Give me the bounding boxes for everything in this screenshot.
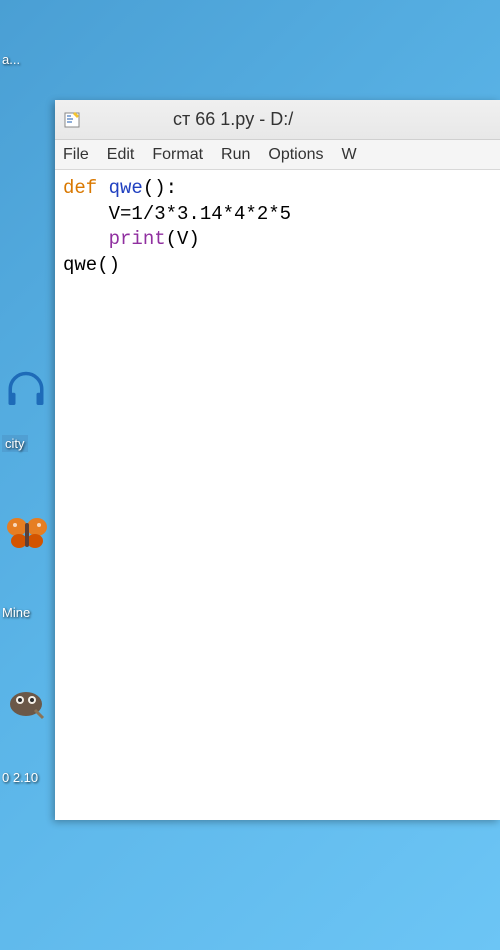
- desktop-icon-label-mine: Mine: [2, 605, 30, 620]
- window-title: ст 66 1.py - D:/: [173, 109, 293, 130]
- code-line-3: print(V): [63, 227, 492, 253]
- menu-file[interactable]: File: [63, 146, 89, 164]
- code-line-1: def qwe():: [63, 176, 492, 202]
- desktop-icon-label: a...: [2, 52, 20, 67]
- code-line-2: V=1/3*3.14*4*2*5: [63, 202, 492, 228]
- menubar: File Edit Format Run Options W: [55, 140, 500, 170]
- menu-format[interactable]: Format: [152, 146, 203, 164]
- editor-window: ст 66 1.py - D:/ File Edit Format Run Op…: [55, 100, 500, 820]
- titlebar[interactable]: ст 66 1.py - D:/: [55, 100, 500, 140]
- headphones-icon[interactable]: [5, 370, 47, 417]
- menu-options[interactable]: Options: [268, 146, 323, 164]
- desktop-icon-label-bottom: 0 2.10: [2, 770, 38, 785]
- menu-edit[interactable]: Edit: [107, 146, 135, 164]
- code-editor[interactable]: def qwe(): V=1/3*3.14*4*2*5 print(V) qwe…: [55, 170, 500, 820]
- gimp-icon[interactable]: [5, 680, 45, 720]
- code-line-4: qwe(): [63, 253, 492, 279]
- menu-run[interactable]: Run: [221, 146, 250, 164]
- butterfly-icon[interactable]: [5, 515, 49, 564]
- desktop-icon-label-city: city: [2, 435, 28, 452]
- app-icon: [63, 110, 83, 130]
- menu-window[interactable]: W: [342, 146, 357, 164]
